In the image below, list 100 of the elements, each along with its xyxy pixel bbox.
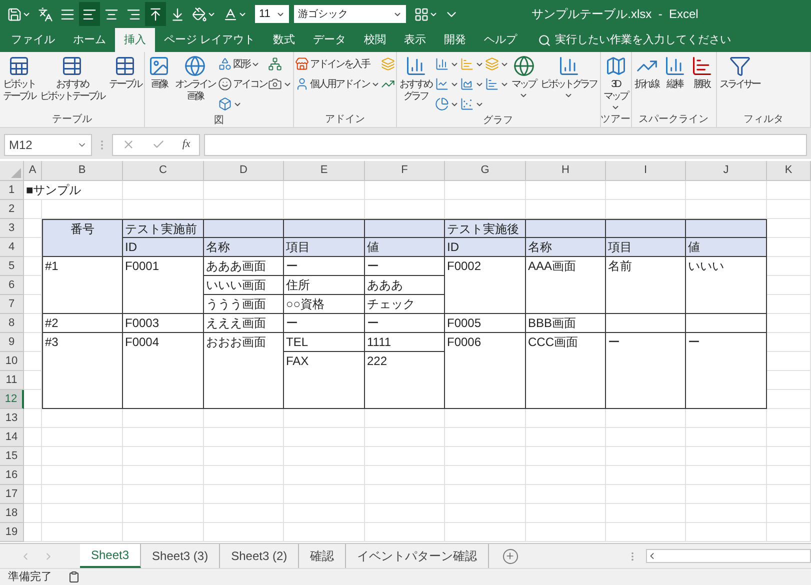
column-header[interactable]: I [606, 161, 686, 181]
sheet-cell[interactable] [445, 447, 526, 466]
sheet-cell[interactable] [606, 181, 686, 200]
ribbon-tab[interactable]: 挿入 [115, 28, 155, 52]
sheet-cell[interactable] [42, 466, 123, 485]
sheet-tab[interactable]: Sheet3 [80, 544, 142, 568]
ribbon-small-button[interactable]: 個人用アドイン [295, 75, 380, 93]
row-header[interactable]: 6 [0, 276, 24, 295]
sheet-cell[interactable] [24, 504, 42, 523]
column-header[interactable]: G [445, 161, 526, 181]
sheet-cell[interactable] [42, 428, 123, 447]
sheet-cell[interactable] [526, 181, 606, 200]
row-header[interactable]: 11 [0, 371, 24, 390]
sheet-cell[interactable] [204, 181, 284, 200]
sheet-cell[interactable] [24, 523, 42, 542]
sheet-cell[interactable] [445, 428, 526, 447]
sheet-cell[interactable] [686, 447, 767, 466]
sheet-cell[interactable] [445, 181, 526, 200]
sheet-cell[interactable] [686, 504, 767, 523]
align-left-button[interactable] [79, 2, 100, 26]
row-header[interactable]: 18 [0, 504, 24, 523]
sheet-cell[interactable] [24, 447, 42, 466]
column-header[interactable]: B [42, 161, 123, 181]
sheet-cell[interactable] [123, 447, 204, 466]
sheet-cell[interactable] [42, 504, 123, 523]
column-header[interactable]: D [204, 161, 284, 181]
insert-function-button[interactable]: fx [182, 136, 190, 153]
sheet-cell[interactable] [123, 181, 204, 200]
sheet-cell[interactable] [526, 466, 606, 485]
ribbon-small-button[interactable]: アドインを入手 [295, 55, 380, 73]
sheet-cell[interactable] [365, 428, 445, 447]
ribbon-button[interactable]: 勝敗 [688, 55, 714, 91]
sheet-cell[interactable] [204, 428, 284, 447]
column-header[interactable]: J [686, 161, 767, 181]
sheet-cell[interactable] [767, 409, 811, 428]
row-header[interactable]: 9 [0, 333, 24, 352]
sheet-cell[interactable] [365, 181, 445, 200]
sheet-cell[interactable] [284, 428, 365, 447]
ribbon-small-button[interactable]: 図形 [218, 55, 267, 73]
sheet-cell[interactable] [24, 428, 42, 447]
sheet-cell[interactable] [42, 485, 123, 504]
sheet-cell[interactable] [204, 485, 284, 504]
horizontal-scrollbar[interactable] [646, 549, 811, 563]
ribbon-small-button[interactable]: アイコン [218, 75, 267, 93]
sheet-cell[interactable] [767, 466, 811, 485]
sheet-cell[interactable] [42, 447, 123, 466]
sheet-cell[interactable] [24, 485, 42, 504]
row-header[interactable]: 13 [0, 409, 24, 428]
column-header[interactable]: E [284, 161, 365, 181]
ribbon-button[interactable]: オンライン 画像 [173, 55, 217, 103]
sheet-cell[interactable] [686, 428, 767, 447]
select-all-corner[interactable] [0, 161, 24, 181]
ribbon-button[interactable]: マップ [510, 55, 538, 100]
sheet-cell[interactable] [123, 428, 204, 447]
row-header[interactable]: 12 [0, 390, 24, 409]
ribbon-button[interactable]: 縦棒 [662, 55, 688, 91]
row-header[interactable]: 10 [0, 352, 24, 371]
sheet-cell[interactable] [365, 447, 445, 466]
sheet-cell[interactable] [767, 447, 811, 466]
sheet-cell[interactable] [365, 523, 445, 542]
row-header[interactable]: 19 [0, 523, 24, 542]
font-name-field[interactable]: 游ゴシック [294, 5, 406, 23]
column-header[interactable]: A [24, 161, 42, 181]
sheet-cell[interactable] [526, 485, 606, 504]
sheet-cell[interactable] [767, 485, 811, 504]
sheet-cell[interactable] [24, 200, 42, 219]
sheet-cell[interactable] [686, 181, 767, 200]
sheet-cell[interactable] [284, 447, 365, 466]
sheet-cell[interactable] [284, 523, 365, 542]
column-header[interactable]: H [526, 161, 606, 181]
sheet-cell[interactable] [526, 504, 606, 523]
ribbon-button[interactable]: 3D マップ [602, 55, 630, 112]
sheet-cell[interactable] [606, 466, 686, 485]
sheet-cell[interactable] [526, 447, 606, 466]
clipboard-icon[interactable] [68, 571, 80, 584]
sheet-cell[interactable] [123, 504, 204, 523]
ribbon-tab[interactable]: 開発 [435, 28, 476, 52]
row-header[interactable]: 14 [0, 428, 24, 447]
sheet-cell[interactable] [767, 428, 811, 447]
sheet-cell[interactable] [123, 523, 204, 542]
ribbon-tab[interactable]: ホーム [64, 28, 115, 52]
ribbon-button[interactable]: おすすめ グラフ [398, 55, 434, 103]
row-header[interactable]: 1 [0, 181, 24, 200]
row-header[interactable]: 3 [0, 219, 24, 238]
row-header[interactable]: 8 [0, 314, 24, 333]
sheet-cell[interactable] [204, 504, 284, 523]
sheet-cell[interactable] [365, 485, 445, 504]
sheet-cell[interactable] [606, 428, 686, 447]
row-header[interactable]: 2 [0, 200, 24, 219]
ribbon-button[interactable]: 画像 [146, 55, 172, 91]
sheet-cell[interactable] [445, 523, 526, 542]
row-header[interactable]: 5 [0, 257, 24, 276]
sheet-cell[interactable] [365, 504, 445, 523]
row-header[interactable]: 17 [0, 485, 24, 504]
sheet-cell[interactable] [284, 181, 365, 200]
tell-me-field[interactable]: 実行したい作業を入力してください [526, 28, 732, 52]
ribbon-tab[interactable]: ヘルプ [475, 28, 526, 52]
name-box[interactable]: M12 [4, 134, 92, 156]
row-header[interactable]: 7 [0, 295, 24, 314]
new-sheet-button[interactable] [502, 548, 518, 564]
